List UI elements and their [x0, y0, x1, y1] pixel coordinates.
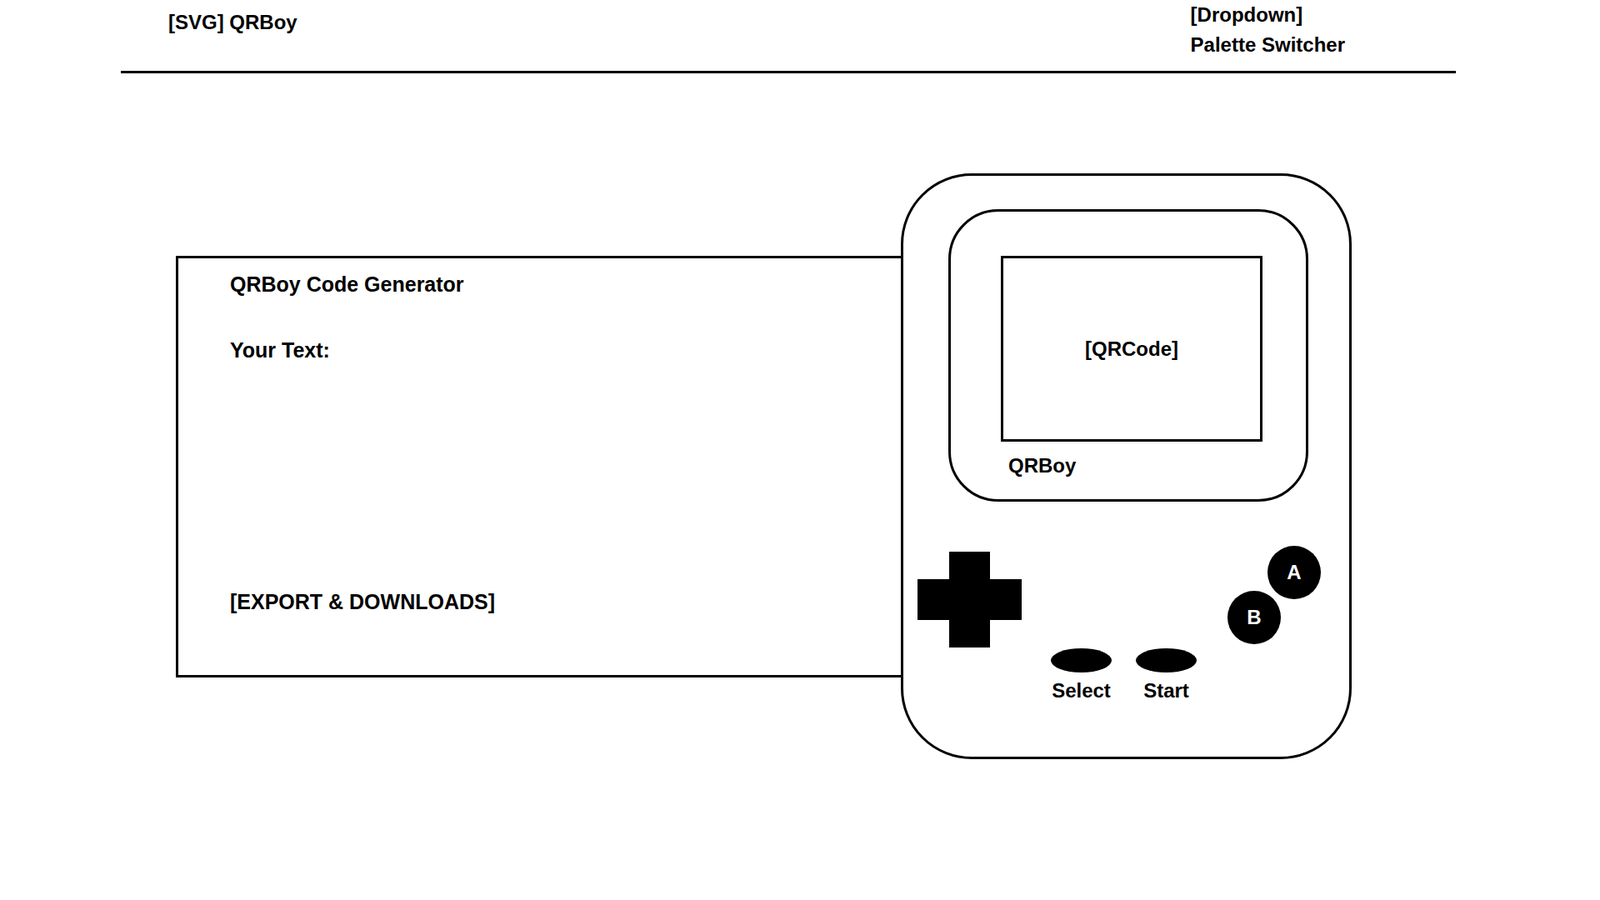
menu-button[interactable]: Select	[1050, 648, 1112, 704]
menu-button-label: Start	[1143, 678, 1190, 704]
device-brand: QRBoy	[1008, 453, 1306, 479]
text-input-label[interactable]: Your Text:	[230, 337, 885, 363]
game-device: [QRCode] QRBoy Select Start AB	[900, 173, 1352, 760]
qr-screen: [QRCode]	[1000, 255, 1263, 442]
header: [SVG] QRBoy [Dropdown]Palette Switcher	[120, 0, 1456, 74]
menu-button-oval[interactable]	[1050, 648, 1112, 673]
page: [SVG] QRBoy [Dropdown]Palette Switcher QRB…	[0, 0, 1600, 900]
logo: [SVG] QRBoy	[168, 0, 298, 35]
dropdown-label: Palette Switcher	[1190, 30, 1345, 60]
action-button[interactable]: B	[1227, 590, 1281, 645]
controls: Select Start AB	[903, 545, 1350, 704]
dropdown-tag: [Dropdown]	[1190, 0, 1345, 30]
menu-button[interactable]: Start	[1135, 648, 1197, 704]
generator-title: QRBoy Code Generator	[230, 271, 885, 297]
menu-button-oval[interactable]	[1135, 648, 1197, 673]
action-buttons: AB	[1227, 545, 1321, 645]
generator-panel: QRBoy Code Generator Your Text: [EXPORT & …	[175, 255, 901, 678]
menu-button-label: Select	[1051, 678, 1111, 704]
menu-buttons: Select Start	[1050, 648, 1197, 704]
palette-dropdown[interactable]: [Dropdown]Palette Switcher	[1190, 0, 1345, 60]
export-downloads[interactable]: [EXPORT & DOWNLOADS]	[230, 589, 885, 615]
main: QRBoy Code Generator Your Text: [EXPORT & …	[0, 173, 1600, 760]
action-button[interactable]: A	[1267, 545, 1321, 600]
dpad-icon[interactable]	[917, 551, 1022, 648]
screen-bezel: [QRCode] QRBoy	[948, 209, 1309, 502]
